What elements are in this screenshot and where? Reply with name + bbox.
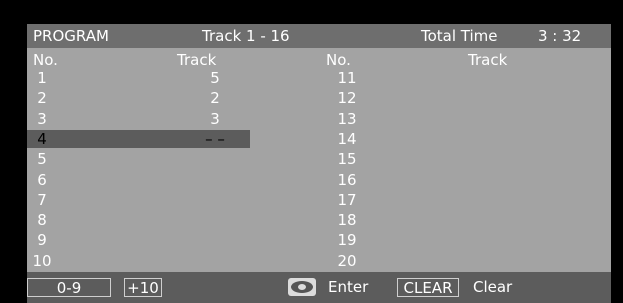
- program-row-number: 6: [37, 170, 47, 189]
- program-row[interactable]: 8: [27, 211, 250, 229]
- program-row-number: 3: [37, 109, 47, 128]
- program-row-track: 3: [210, 109, 220, 128]
- program-row-number: 4: [37, 129, 47, 148]
- track-range: Track 1 - 16: [202, 27, 290, 45]
- total-time-value: 3 : 32: [538, 27, 582, 45]
- header-bar: PROGRAM Track 1 - 16 Total Time 3 : 32: [27, 24, 611, 48]
- total-time-label: Total Time: [421, 27, 498, 45]
- program-row[interactable]: 33: [27, 110, 250, 128]
- program-row-track: 2: [210, 89, 220, 108]
- program-row-number: 11: [337, 69, 357, 87]
- digits-button[interactable]: 0-9: [27, 278, 111, 297]
- program-row-number: 10: [32, 251, 52, 270]
- program-row[interactable]: 13: [317, 110, 457, 128]
- program-row-number: 17: [337, 190, 357, 209]
- plus10-button[interactable]: +10: [124, 278, 162, 297]
- program-row[interactable]: 19: [317, 231, 457, 249]
- program-row[interactable]: 22: [27, 89, 250, 107]
- track-column-header-right: Track: [468, 51, 508, 69]
- program-row-track: – –: [205, 129, 225, 148]
- footer-bar: 0-9 +10 Enter CLEAR Clear: [27, 272, 611, 303]
- program-row-number: 14: [337, 129, 357, 148]
- program-row[interactable]: 5: [27, 150, 250, 168]
- program-row[interactable]: 6: [27, 171, 250, 189]
- program-row-number: 16: [337, 170, 357, 189]
- no-column-header: No.: [33, 51, 58, 69]
- enter-label: Enter: [328, 278, 369, 296]
- program-row-number: 20: [337, 251, 357, 270]
- program-row-number: 18: [337, 211, 357, 230]
- program-row-number: 8: [37, 211, 47, 230]
- program-row[interactable]: 7: [27, 191, 250, 209]
- program-row-number: 7: [37, 190, 47, 209]
- program-row[interactable]: 4 – –: [27, 129, 250, 148]
- program-row[interactable]: 16: [317, 171, 457, 189]
- clear-button[interactable]: CLEAR: [397, 278, 459, 297]
- program-row-number: 19: [337, 231, 357, 250]
- program-row[interactable]: 10: [27, 252, 250, 270]
- program-screen: PROGRAM Track 1 - 16 Total Time 3 : 32 N…: [27, 24, 611, 303]
- program-row-number: 12: [337, 89, 357, 108]
- disc-select-icon[interactable]: [288, 278, 316, 296]
- program-row[interactable]: 14: [317, 130, 457, 148]
- track-column-header: Track: [177, 51, 217, 69]
- program-row[interactable]: 12: [317, 89, 457, 107]
- program-row[interactable]: 15: [317, 150, 457, 168]
- program-row-number: 1: [37, 69, 47, 87]
- program-row[interactable]: 11: [317, 69, 457, 87]
- program-row[interactable]: 17: [317, 191, 457, 209]
- program-row-number: 5: [37, 150, 47, 169]
- program-row[interactable]: 15: [27, 69, 250, 87]
- program-row-number: 2: [37, 89, 47, 108]
- program-row-track: 5: [210, 69, 220, 87]
- program-row[interactable]: 9: [27, 231, 250, 249]
- program-title: PROGRAM: [33, 27, 109, 45]
- program-row-number: 13: [337, 109, 357, 128]
- program-row[interactable]: 18: [317, 211, 457, 229]
- program-row-number: 15: [337, 150, 357, 169]
- program-row-number: 9: [37, 231, 47, 250]
- clear-label: Clear: [473, 278, 513, 296]
- no-column-header-right: No.: [326, 51, 351, 69]
- program-row[interactable]: 20: [317, 252, 457, 270]
